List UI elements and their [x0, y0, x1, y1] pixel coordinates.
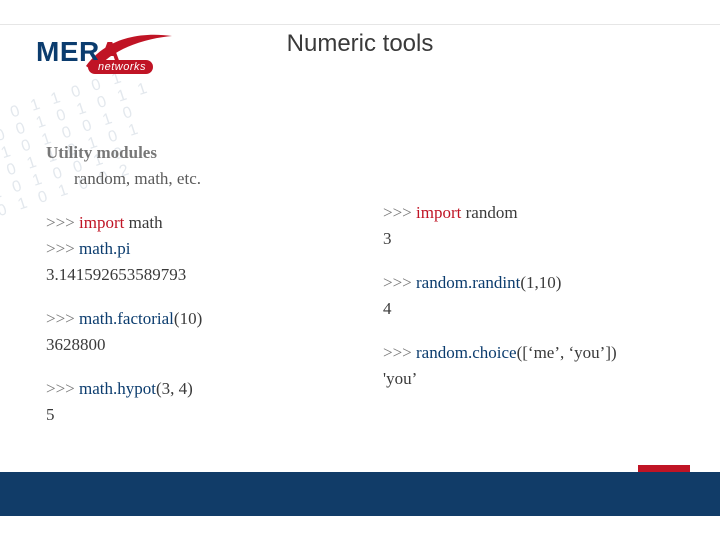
repl-prompt: >>> — [46, 239, 79, 258]
call-name: math.factorial — [79, 309, 174, 328]
output-line: 3.141592653589793 — [46, 262, 353, 288]
code-block: >>> random.randint(1,10) 4 — [383, 270, 690, 322]
top-divider — [0, 24, 720, 25]
code-block: >>> random.choice([‘me’, ‘you’]) 'you’ — [383, 340, 690, 392]
arg: 10 — [539, 273, 556, 292]
call-name: math.hypot — [79, 379, 156, 398]
arg: 3 — [162, 379, 171, 398]
keyword-import: import — [79, 213, 124, 232]
code-block: >>> math.hypot(3, 4) 5 — [46, 376, 353, 428]
code-line: >>> random.choice([‘me’, ‘you’]) — [383, 340, 690, 366]
comma: , — [560, 343, 569, 362]
right-column: >>> import random 3 >>> random.randint(1… — [383, 140, 690, 428]
string-arg: ‘me’ — [528, 343, 560, 362]
arg: 1 — [526, 273, 535, 292]
call-name: random.randint — [416, 273, 520, 292]
footer-bar — [0, 472, 720, 516]
output-line: 5 — [46, 402, 353, 428]
code-block: >>> import random 3 — [383, 200, 690, 252]
output-line: 4 — [383, 296, 690, 322]
paren-close: ) — [197, 309, 203, 328]
code-block: >>> import math >>> math.pi 3.1415926535… — [46, 210, 353, 288]
paren-close: ) — [556, 273, 562, 292]
keyword-import: import — [416, 203, 461, 222]
arg: 4 — [179, 379, 188, 398]
arg: 10 — [180, 309, 197, 328]
module-name: random — [461, 203, 517, 222]
utility-subheading: random, math, etc. — [46, 166, 353, 192]
code-line: >>> math.hypot(3, 4) — [46, 376, 353, 402]
repl-prompt: >>> — [383, 203, 416, 222]
comma: , — [170, 379, 179, 398]
slide-title: Numeric tools — [0, 30, 720, 58]
utility-heading: Utility modules — [46, 140, 353, 166]
expression: math.pi — [79, 239, 130, 258]
content-area: Utility modules random, math, etc. >>> i… — [46, 140, 690, 428]
string-arg: ‘you’ — [569, 343, 606, 362]
code-line: >>> import math — [46, 210, 353, 236]
repl-prompt: >>> — [46, 213, 79, 232]
repl-prompt: >>> — [46, 379, 79, 398]
repl-prompt: >>> — [383, 273, 416, 292]
paren-close: ) — [611, 343, 617, 362]
left-column: Utility modules random, math, etc. >>> i… — [46, 140, 353, 428]
call-name: random.choice — [416, 343, 517, 362]
repl-prompt: >>> — [46, 309, 79, 328]
footer-accent-bar — [638, 465, 690, 472]
output-line: 3 — [383, 226, 690, 252]
code-line: >>> math.pi — [46, 236, 353, 262]
paren-close: ) — [187, 379, 193, 398]
code-line: >>> import random — [383, 200, 690, 226]
repl-prompt: >>> — [383, 343, 416, 362]
output-line: 3628800 — [46, 332, 353, 358]
code-line: >>> math.factorial(10) — [46, 306, 353, 332]
module-name: math — [124, 213, 162, 232]
code-line: >>> random.randint(1,10) — [383, 270, 690, 296]
code-block: >>> math.factorial(10) 3628800 — [46, 306, 353, 358]
brand-subtext: networks — [88, 60, 153, 74]
output-line: 'you’ — [383, 366, 690, 392]
